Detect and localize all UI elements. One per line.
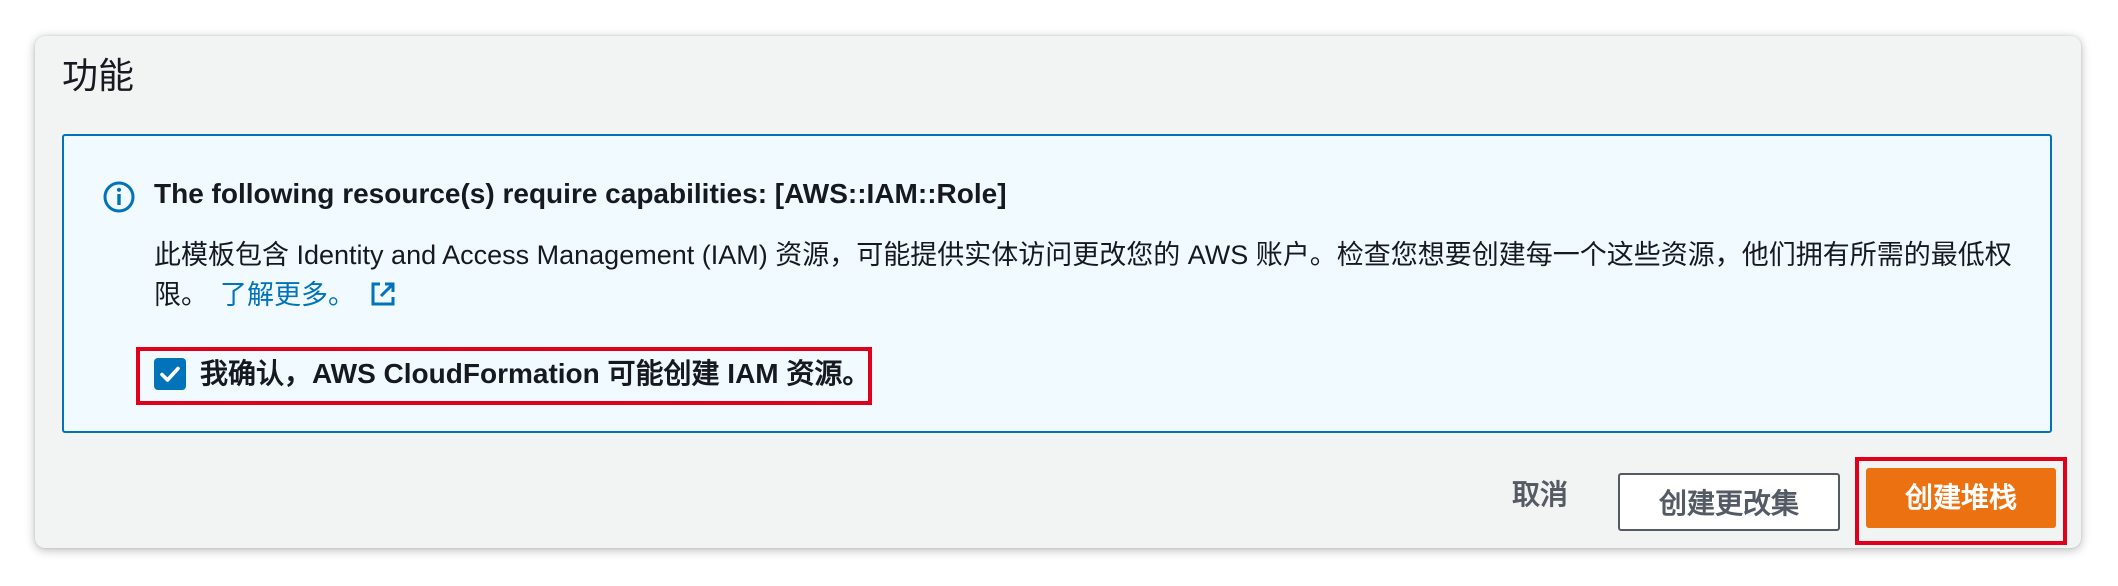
capabilities-panel: 功能 The following resource(s) require cap… [35,36,2081,548]
acknowledge-label[interactable]: 我确认，AWS CloudFormation 可能创建 IAM 资源。 [200,354,870,394]
capabilities-info-alert: The following resource(s) require capabi… [62,134,2052,433]
checkmark-icon [160,366,180,382]
panel-title: 功能 [62,55,135,96]
acknowledge-checkbox[interactable] [154,358,186,390]
alert-description-text: 此模板包含 Identity and Access Management (IA… [154,240,2012,310]
external-link-icon[interactable] [369,280,397,308]
info-icon [103,181,135,213]
learn-more-link[interactable]: 了解更多。 [220,280,355,310]
alert-heading: The following resource(s) require capabi… [154,178,1007,209]
cancel-button[interactable]: 取消 [1485,472,1595,518]
create-changeset-button[interactable]: 创建更改集 [1618,473,1840,531]
alert-description: 此模板包含 Identity and Access Management (IA… [154,235,2034,315]
create-stack-button[interactable]: 创建堆栈 [1866,468,2056,528]
